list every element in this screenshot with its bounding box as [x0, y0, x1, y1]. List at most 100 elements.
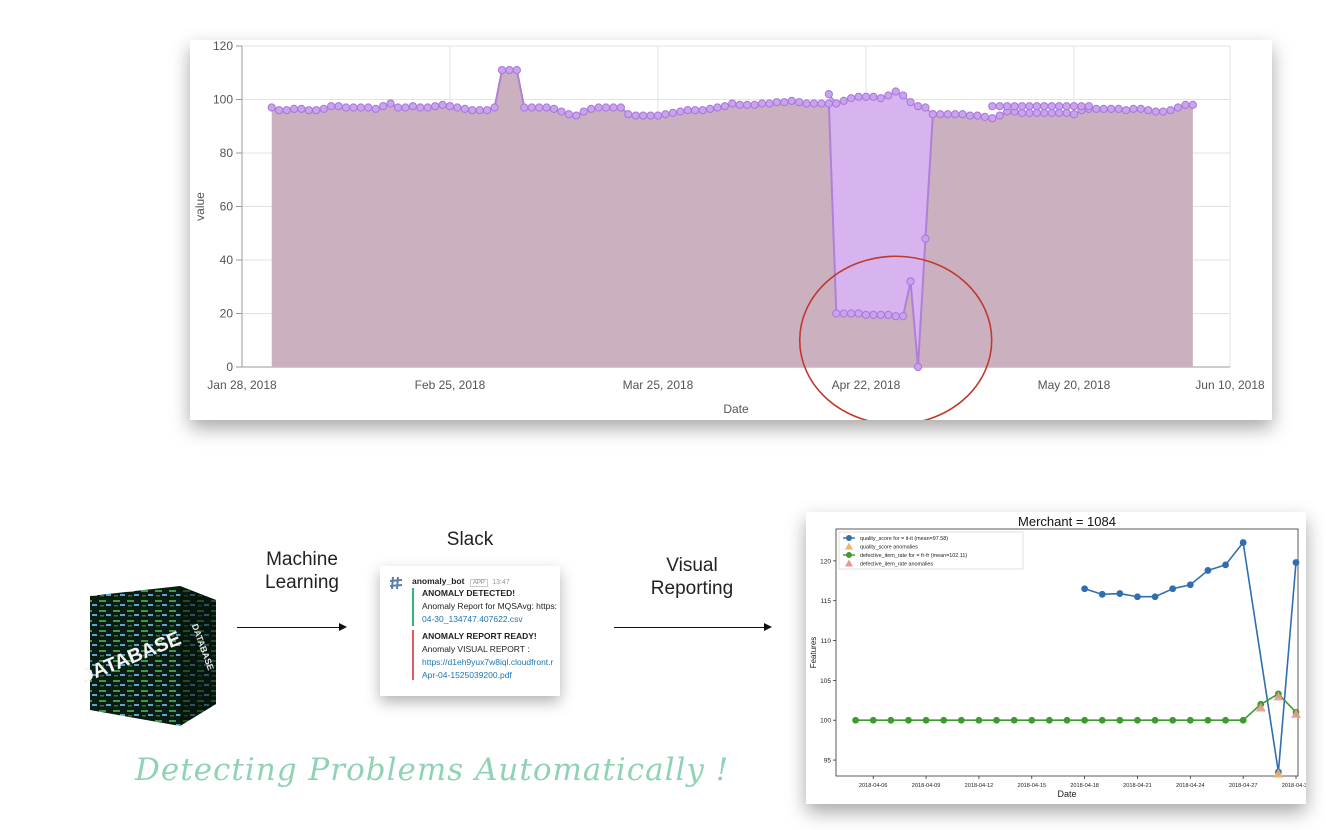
- expected-point: [869, 92, 878, 101]
- data-point: [1159, 107, 1168, 116]
- x-tick-label: Jun 10, 2018: [1195, 378, 1265, 392]
- data-point: [1169, 716, 1177, 724]
- legend: quality_score for = it-it (mean=97.58) qu…: [838, 531, 1024, 570]
- data-point: [379, 102, 388, 111]
- data-point: [349, 103, 358, 112]
- tagline: Detecting Problems Automatically !: [135, 752, 730, 788]
- slack-message-card: anomaly_bot APP 13:47 ANOMALY DETECTED! …: [380, 566, 560, 696]
- data-point: [1017, 108, 1027, 117]
- expected-point: [899, 91, 908, 100]
- slack-bot-name[interactable]: anomaly_bot: [412, 576, 464, 586]
- data-point: [1151, 107, 1160, 116]
- data-point: [1032, 108, 1041, 117]
- x-tick-label: 2018-04-06: [859, 783, 888, 789]
- data-point: [1151, 593, 1159, 601]
- upper-band-point: [1062, 102, 1071, 111]
- data-point: [905, 716, 912, 724]
- time-series-chart: 0 20 40 60 80 100 120 Jan 28, 2018 Feb 25, 2018 M…: [193, 39, 1265, 426]
- data-point: [1062, 108, 1071, 117]
- data-point: [304, 106, 313, 115]
- data-point: [854, 309, 863, 318]
- data-point: [319, 104, 328, 113]
- data-point: [713, 103, 722, 112]
- data-point: [297, 104, 306, 113]
- x-tick-label: 2018-04-12: [965, 783, 994, 789]
- x-axis-title: Date: [723, 402, 749, 416]
- database-cube-image: DATABASE DATABASE: [76, 578, 224, 728]
- y-tick-label: 110: [821, 638, 832, 645]
- data-point: [661, 110, 670, 119]
- data-point: [475, 106, 484, 115]
- data-point: [743, 100, 752, 109]
- data-point: [1045, 716, 1053, 724]
- y-tick-label: 100: [820, 718, 831, 725]
- data-point: [1040, 108, 1049, 117]
- data-point: [386, 99, 395, 108]
- legend-label: defective_item_rate anomalies: [860, 562, 933, 568]
- data-point: [735, 100, 744, 109]
- data-point: [587, 104, 596, 113]
- anomaly-report-line: Anomaly Report for MQSAvg: https:: [422, 601, 557, 611]
- message-time: 13:47: [492, 579, 510, 586]
- data-point: [757, 99, 767, 108]
- data-point: [527, 103, 536, 112]
- data-point: [876, 310, 885, 319]
- data-point: [921, 234, 930, 243]
- data-point: [1063, 716, 1071, 724]
- data-point: [1222, 561, 1229, 569]
- data-point: [579, 107, 588, 116]
- data-point: [616, 103, 625, 112]
- data-point: [267, 103, 276, 112]
- y-tick-label: 115: [821, 598, 832, 605]
- data-point: [809, 99, 819, 108]
- x-tick-label: 2018-04-27: [1229, 783, 1258, 789]
- visual-report-link[interactable]: https://d1eh9yux7w8iql.cloudfront.r: [422, 657, 553, 667]
- anomaly-report-link[interactable]: 04-30_134747.407622.csv: [422, 614, 523, 624]
- expected-point: [847, 94, 856, 103]
- data-point: [884, 310, 893, 319]
- visual-label-line: Visual: [666, 555, 718, 576]
- data-point: [371, 104, 380, 113]
- data-point: [861, 310, 871, 319]
- data-point: [1181, 100, 1190, 109]
- data-point: [1069, 110, 1079, 119]
- visual-report-text: Anomaly VISUAL REPORT :: [422, 644, 530, 654]
- data-point: [497, 65, 507, 75]
- data-point: [899, 312, 908, 321]
- data-point: [453, 103, 462, 112]
- data-point: [356, 103, 365, 112]
- data-point: [1204, 716, 1212, 724]
- data-point: [676, 107, 685, 116]
- data-point: [535, 103, 544, 112]
- data-point: [631, 111, 640, 120]
- data-point: [705, 104, 715, 113]
- data-point: [1098, 716, 1106, 724]
- data-point: [490, 103, 499, 112]
- data-point: [839, 309, 848, 318]
- data-point: [505, 65, 514, 75]
- data-point: [460, 104, 469, 113]
- data-point: [698, 106, 707, 115]
- upper-band-point: [1077, 102, 1086, 111]
- upper-band-point: [1047, 102, 1056, 111]
- data-point: [824, 99, 833, 108]
- upper-band-point: [1017, 102, 1027, 111]
- data-point: [951, 110, 960, 119]
- data-point: [940, 716, 948, 724]
- data-point: [1081, 716, 1089, 724]
- data-point: [1186, 716, 1194, 724]
- machine-learning-label: Machine Learning: [250, 548, 354, 594]
- data-point: [512, 65, 521, 75]
- data-point: [1047, 108, 1056, 117]
- data-point: [557, 107, 566, 116]
- data-point: [1144, 106, 1153, 115]
- anomaly-report-text: Anomaly Report for MQSAvg: https:: [422, 601, 557, 611]
- anomaly-detected-title: ANOMALY DETECTED!: [422, 588, 516, 598]
- y-tick-label: 60: [220, 200, 234, 214]
- data-point: [646, 111, 655, 120]
- visual-report-link-end[interactable]: Apr-04-1525039200.pdf: [422, 670, 512, 680]
- data-point: [817, 99, 826, 108]
- data-point: [1204, 567, 1212, 574]
- y-tick-label: 0: [226, 360, 233, 374]
- data-point: [993, 716, 1000, 724]
